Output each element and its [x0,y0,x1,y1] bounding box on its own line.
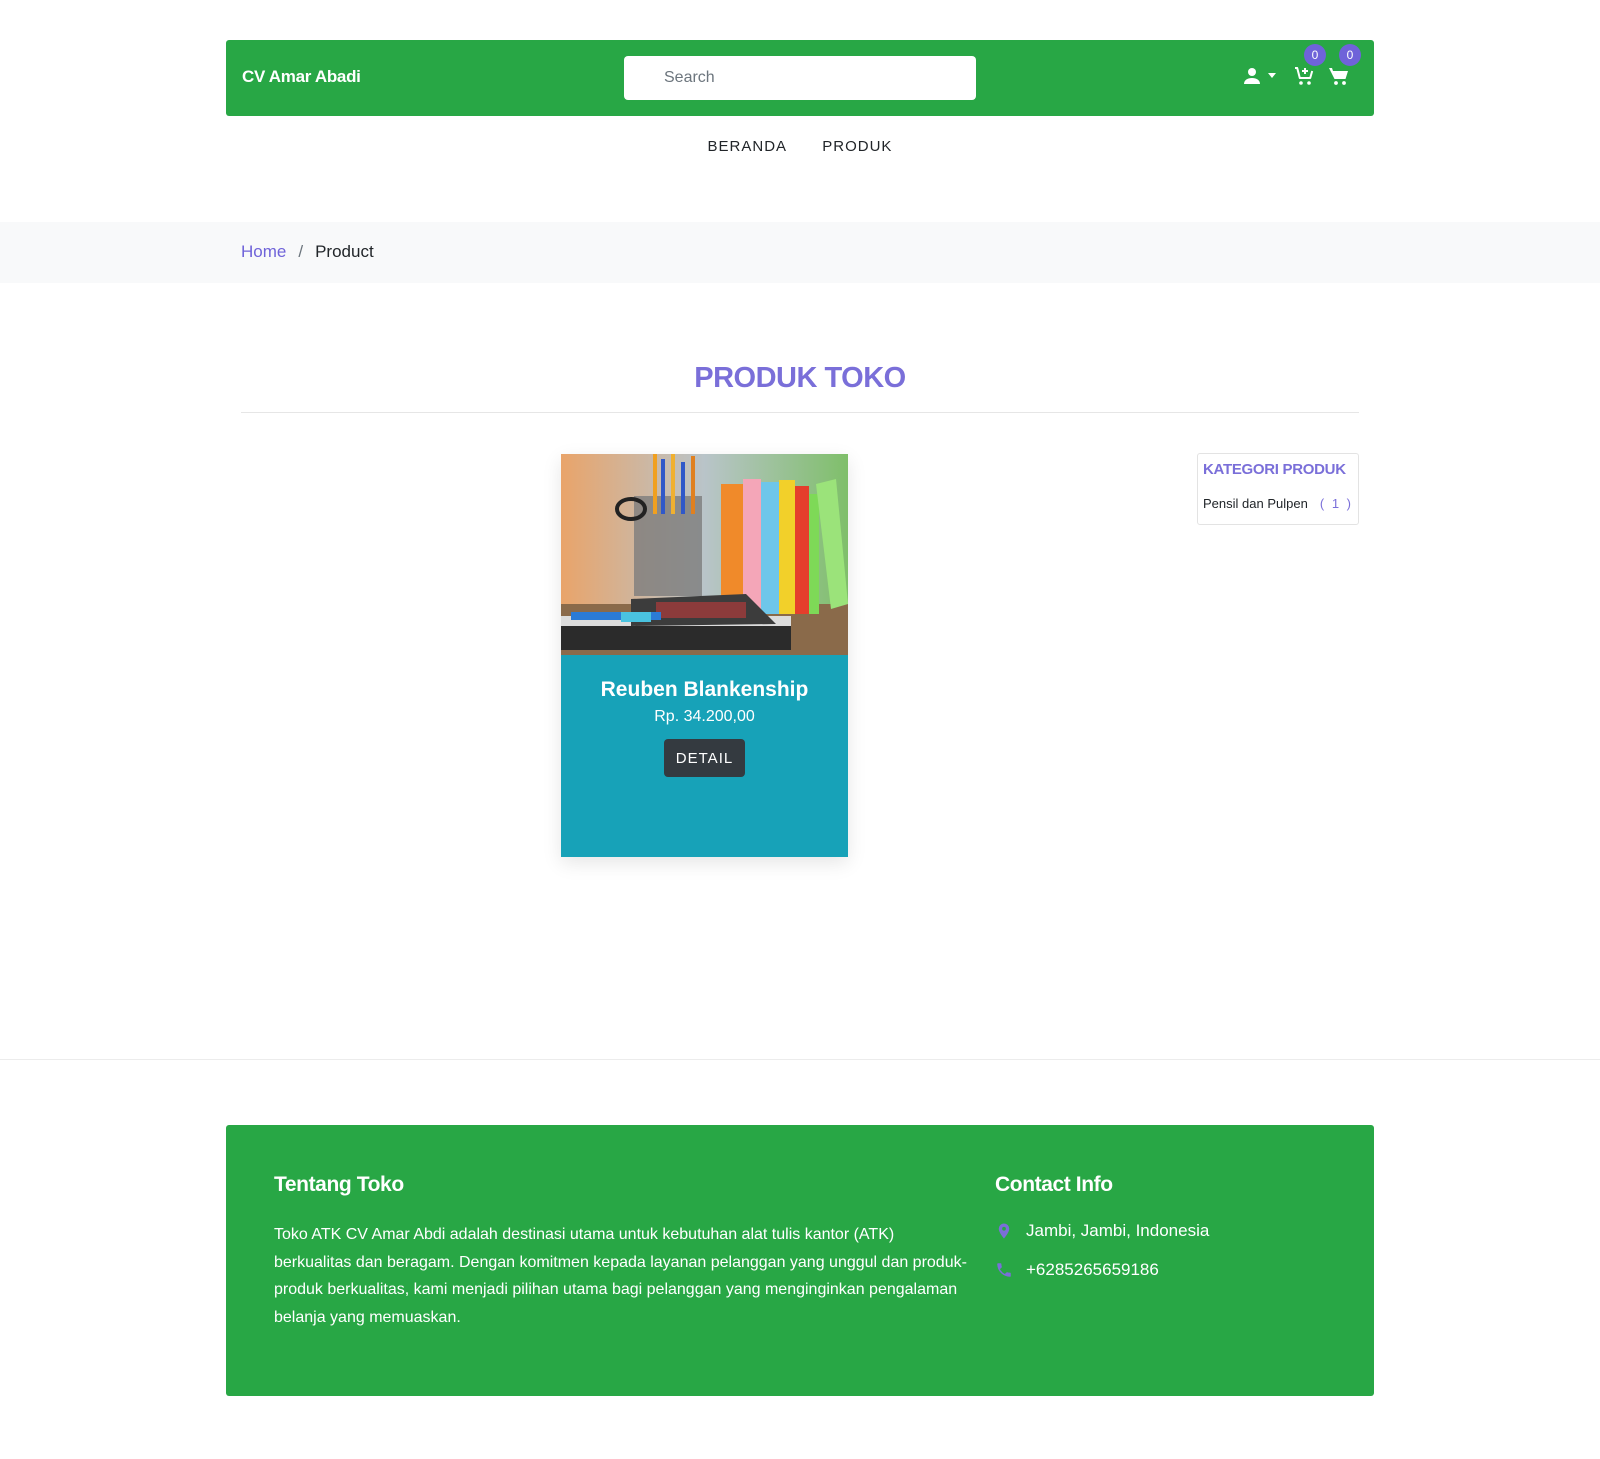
breadcrumb-bar: Home / Product [0,222,1600,283]
breadcrumb: Home / Product [241,242,374,262]
about-title: Tentang Toko [274,1173,404,1196]
detail-button[interactable]: DETAIL [664,739,745,777]
breadcrumb-home-link[interactable]: Home [241,242,286,261]
category-label: Pensil dan Pulpen [1203,496,1308,511]
category-count: ( 1 ) [1319,496,1353,511]
nav-produk[interactable]: PRODUK [822,138,892,155]
footer-divider [0,1059,1600,1060]
brand-logo[interactable]: CV Amar Abadi [242,67,361,87]
search-box [624,56,976,100]
breadcrumb-current: Product [315,242,374,261]
cart-count-badge: 0 [1339,44,1361,66]
user-icon[interactable] [1240,64,1264,88]
main-nav: BERANDA PRODUK [0,138,1600,155]
search-input[interactable] [624,56,976,100]
phone-text[interactable]: +6285265659186 [1026,1260,1159,1280]
product-name[interactable]: Reuben Blankenship [561,678,848,702]
about-text: Toko ATK CV Amar Abdi adalah destinasi u… [274,1226,967,1326]
cart-icon[interactable]: 0 [1327,44,1361,88]
section-divider [241,412,1359,413]
category-title: KATEGORI PRODUK [1203,461,1346,478]
category-panel: KATEGORI PRODUK Pensil dan Pulpen ( 1 ) [1197,453,1359,525]
caret-down-icon[interactable] [1268,73,1276,79]
section-title: PRODUK TOKO [694,362,906,394]
nav-beranda[interactable]: BERANDA [708,138,788,155]
wishlist-count-badge: 0 [1304,44,1326,66]
product-image[interactable] [561,454,848,655]
category-item[interactable]: Pensil dan Pulpen ( 1 ) [1203,496,1353,511]
contact-title: Contact Info [995,1173,1113,1196]
wishlist-cart-icon[interactable]: 0 [1292,44,1326,88]
product-price: Rp. 34.200,00 [654,708,755,725]
footer: Tentang Toko Toko ATK CV Amar Abdi adala… [226,1125,1374,1396]
phone-icon [997,1263,1011,1277]
header-bar: CV Amar Abadi 0 0 [226,40,1374,116]
breadcrumb-separator: / [298,242,304,261]
product-card: Reuben Blankenship Rp. 34.200,00 DETAIL [561,454,848,857]
address-text: Jambi, Jambi, Indonesia [1026,1221,1210,1240]
map-pin-icon [998,1223,1010,1239]
